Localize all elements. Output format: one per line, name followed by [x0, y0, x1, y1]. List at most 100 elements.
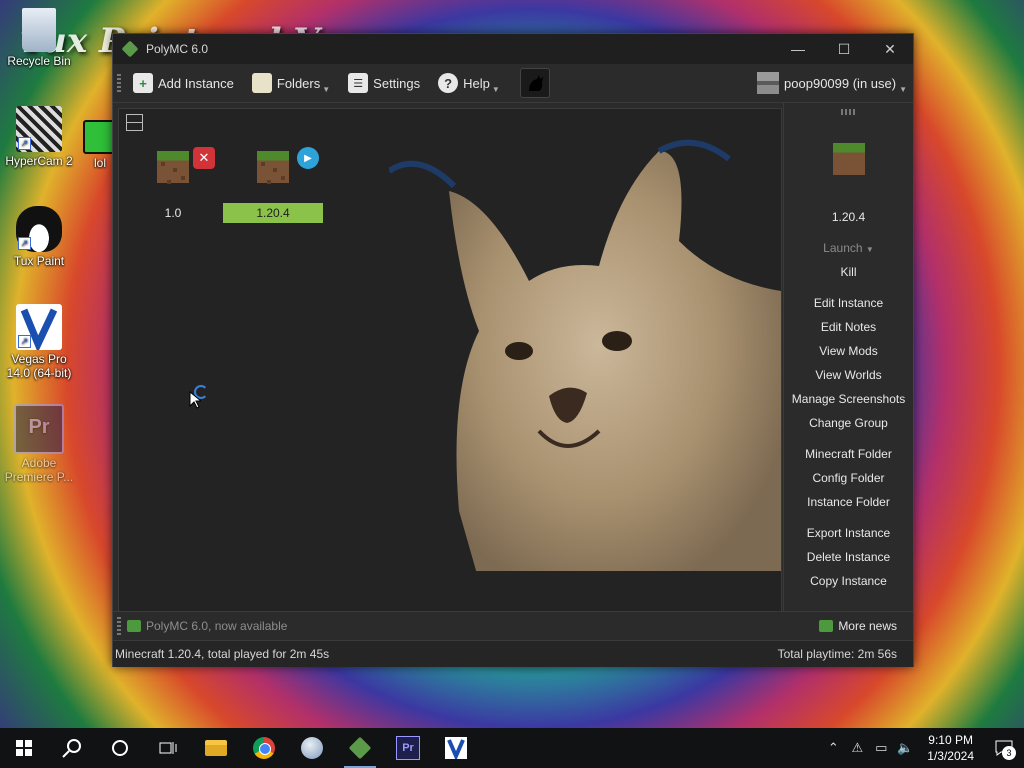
- premiere-taskbar-button[interactable]: Pr: [384, 728, 432, 768]
- help-icon: ?: [438, 73, 459, 93]
- view-worlds-button[interactable]: View Worlds: [784, 368, 913, 382]
- file-explorer-button[interactable]: [192, 728, 240, 768]
- chrome-button[interactable]: [240, 728, 288, 768]
- premiere-pro-icon: Pr: [396, 736, 420, 760]
- security-icon[interactable]: ⚠: [845, 740, 869, 756]
- notification-count: 3: [1002, 746, 1016, 760]
- system-tray: ⌃ ⚠ ▭ 🔈 9:10 PM 1/3/2024 3: [821, 728, 1024, 768]
- shortcut-arrow-icon: ↗: [18, 335, 31, 348]
- vegas-pro-icon: ↗: [16, 304, 62, 353]
- app-globe-button[interactable]: [288, 728, 336, 768]
- config-folder-button[interactable]: Config Folder: [784, 471, 913, 485]
- network-icon[interactable]: ▭: [869, 740, 893, 756]
- news-headline[interactable]: PolyMC 6.0, now available: [146, 619, 287, 633]
- chevron-up-icon[interactable]: ⌃: [821, 740, 845, 756]
- recycle-bin-icon: [22, 8, 56, 52]
- action-center-button[interactable]: 3: [984, 728, 1024, 768]
- status-playtime-instance: Minecraft 1.20.4, total played for 2m 45…: [115, 647, 330, 661]
- settings-button[interactable]: ☰ Settings: [342, 67, 426, 99]
- desktop-icon-label: HyperCam 2: [5, 154, 73, 168]
- cat-pack-button[interactable]: [519, 68, 550, 98]
- settings-icon: ☰: [348, 73, 369, 93]
- instance-name: 1.0: [164, 206, 182, 220]
- maximize-button[interactable]: ☐: [821, 34, 867, 64]
- vegas-taskbar-button[interactable]: [432, 728, 480, 768]
- search-button[interactable]: [48, 728, 96, 768]
- cat-icon: [528, 75, 543, 91]
- chrome-icon: [253, 737, 275, 759]
- search-icon: [62, 739, 81, 758]
- chevron-down-icon: ▼: [322, 84, 331, 94]
- launch-button[interactable]: Launch ▼: [784, 241, 913, 255]
- chevron-down-icon: ▼: [865, 245, 874, 254]
- premiere-pro-icon: Pr: [14, 404, 64, 454]
- newsbar-grip[interactable]: [117, 617, 121, 635]
- folders-button[interactable]: Folders ▼: [246, 67, 336, 99]
- account-menu[interactable]: poop90099 (in use) ▼: [757, 72, 913, 94]
- close-button[interactable]: ✕: [867, 34, 913, 64]
- task-view-button[interactable]: [144, 728, 192, 768]
- desktop-icon-label: Recycle Bin: [7, 54, 71, 68]
- start-button[interactable]: [0, 728, 48, 768]
- desktop-icon-tux-paint[interactable]: ↗ Tux Paint: [1, 206, 77, 268]
- grass-block-icon: [832, 143, 865, 175]
- toolbar-grip[interactable]: [117, 74, 121, 92]
- add-icon: +: [133, 73, 153, 93]
- minimize-button[interactable]: —: [775, 34, 821, 64]
- clock-time: 9:10 PM: [928, 733, 973, 747]
- more-news-label: More news: [838, 619, 897, 633]
- clock[interactable]: 9:10 PM 1/3/2024: [927, 732, 974, 764]
- polymc-window: PolyMC 6.0 — ☐ ✕ + Add Instance Folders …: [112, 33, 914, 667]
- status-bar: Minecraft 1.20.4, total played for 2m 45…: [113, 640, 913, 667]
- more-news-button[interactable]: More news: [819, 619, 913, 633]
- account-avatar: [757, 72, 780, 94]
- shortcut-arrow-icon: ↗: [18, 137, 31, 150]
- export-instance-button[interactable]: Export Instance: [784, 526, 913, 540]
- instance-tile-selected[interactable]: ▶ 1.20.4: [223, 147, 323, 223]
- manage-screenshots-button[interactable]: Manage Screenshots: [784, 392, 913, 406]
- error-badge-icon: ✕: [193, 147, 215, 169]
- collapse-group-icon[interactable]: [126, 114, 143, 131]
- mouse-cursor-icon: [189, 391, 201, 409]
- instance-view[interactable]: ✕ 1.0 ▶ 1.20.4: [118, 108, 782, 612]
- folder-icon: [205, 740, 227, 756]
- desktop-icon-adobe-premiere[interactable]: Pr Adobe Premiere P...: [1, 404, 77, 484]
- window-title: PolyMC 6.0: [146, 42, 209, 56]
- copy-instance-button[interactable]: Copy Instance: [784, 574, 913, 588]
- window-titlebar[interactable]: PolyMC 6.0 — ☐ ✕: [113, 34, 913, 64]
- edit-instance-button[interactable]: Edit Instance: [784, 296, 913, 310]
- instance-folder-button[interactable]: Instance Folder: [784, 495, 913, 509]
- cortana-icon: [112, 740, 128, 756]
- desktop-icon-recycle-bin[interactable]: Recycle Bin: [1, 8, 77, 68]
- cortana-button[interactable]: [96, 728, 144, 768]
- desktop-icon-vegas-pro[interactable]: ↗ Vegas Pro 14.0 (64-bit): [1, 304, 77, 380]
- instance-tile[interactable]: ✕ 1.0: [123, 147, 223, 223]
- minecraft-folder-button[interactable]: Minecraft Folder: [784, 447, 913, 461]
- polymc-logo-icon: [121, 40, 139, 58]
- add-instance-button[interactable]: + Add Instance: [127, 67, 240, 99]
- change-group-button[interactable]: Change Group: [784, 416, 913, 430]
- taskbar: Pr ⌃ ⚠ ▭ 🔈 9:10 PM 1/3/2024 3: [0, 728, 1024, 768]
- desktop-icon-label: Tux Paint: [13, 254, 65, 268]
- desktop-icon-hypercam[interactable]: ↗ HyperCam 2: [1, 106, 77, 168]
- edit-notes-button[interactable]: Edit Notes: [784, 320, 913, 334]
- kill-button[interactable]: Kill: [784, 265, 913, 279]
- help-button[interactable]: ? Help ▼: [432, 67, 506, 99]
- desktop-icon-label: Adobe Premiere P...: [4, 456, 74, 484]
- hypercam-icon: ↗: [16, 106, 62, 152]
- polymc-taskbar-button[interactable]: [336, 728, 384, 768]
- desktop-icon-label: Vegas Pro 14.0 (64-bit): [6, 352, 72, 380]
- delete-instance-button[interactable]: Delete Instance: [784, 550, 913, 564]
- sidebar-grip[interactable]: [840, 109, 857, 115]
- grass-block-icon: [257, 151, 289, 183]
- chevron-down-icon: ▼: [899, 84, 907, 94]
- windows-logo-icon: [16, 740, 32, 756]
- main-toolbar: + Add Instance Folders ▼ ☰ Settings ? He…: [113, 64, 913, 103]
- volume-muted-icon[interactable]: 🔈: [893, 740, 917, 756]
- add-instance-label: Add Instance: [158, 75, 234, 91]
- folder-icon: [251, 73, 272, 93]
- grass-block-icon: [157, 151, 189, 183]
- status-playtime-total: Total playtime: 2m 56s: [777, 647, 897, 661]
- running-badge-icon: ▶: [297, 147, 319, 169]
- view-mods-button[interactable]: View Mods: [784, 344, 913, 358]
